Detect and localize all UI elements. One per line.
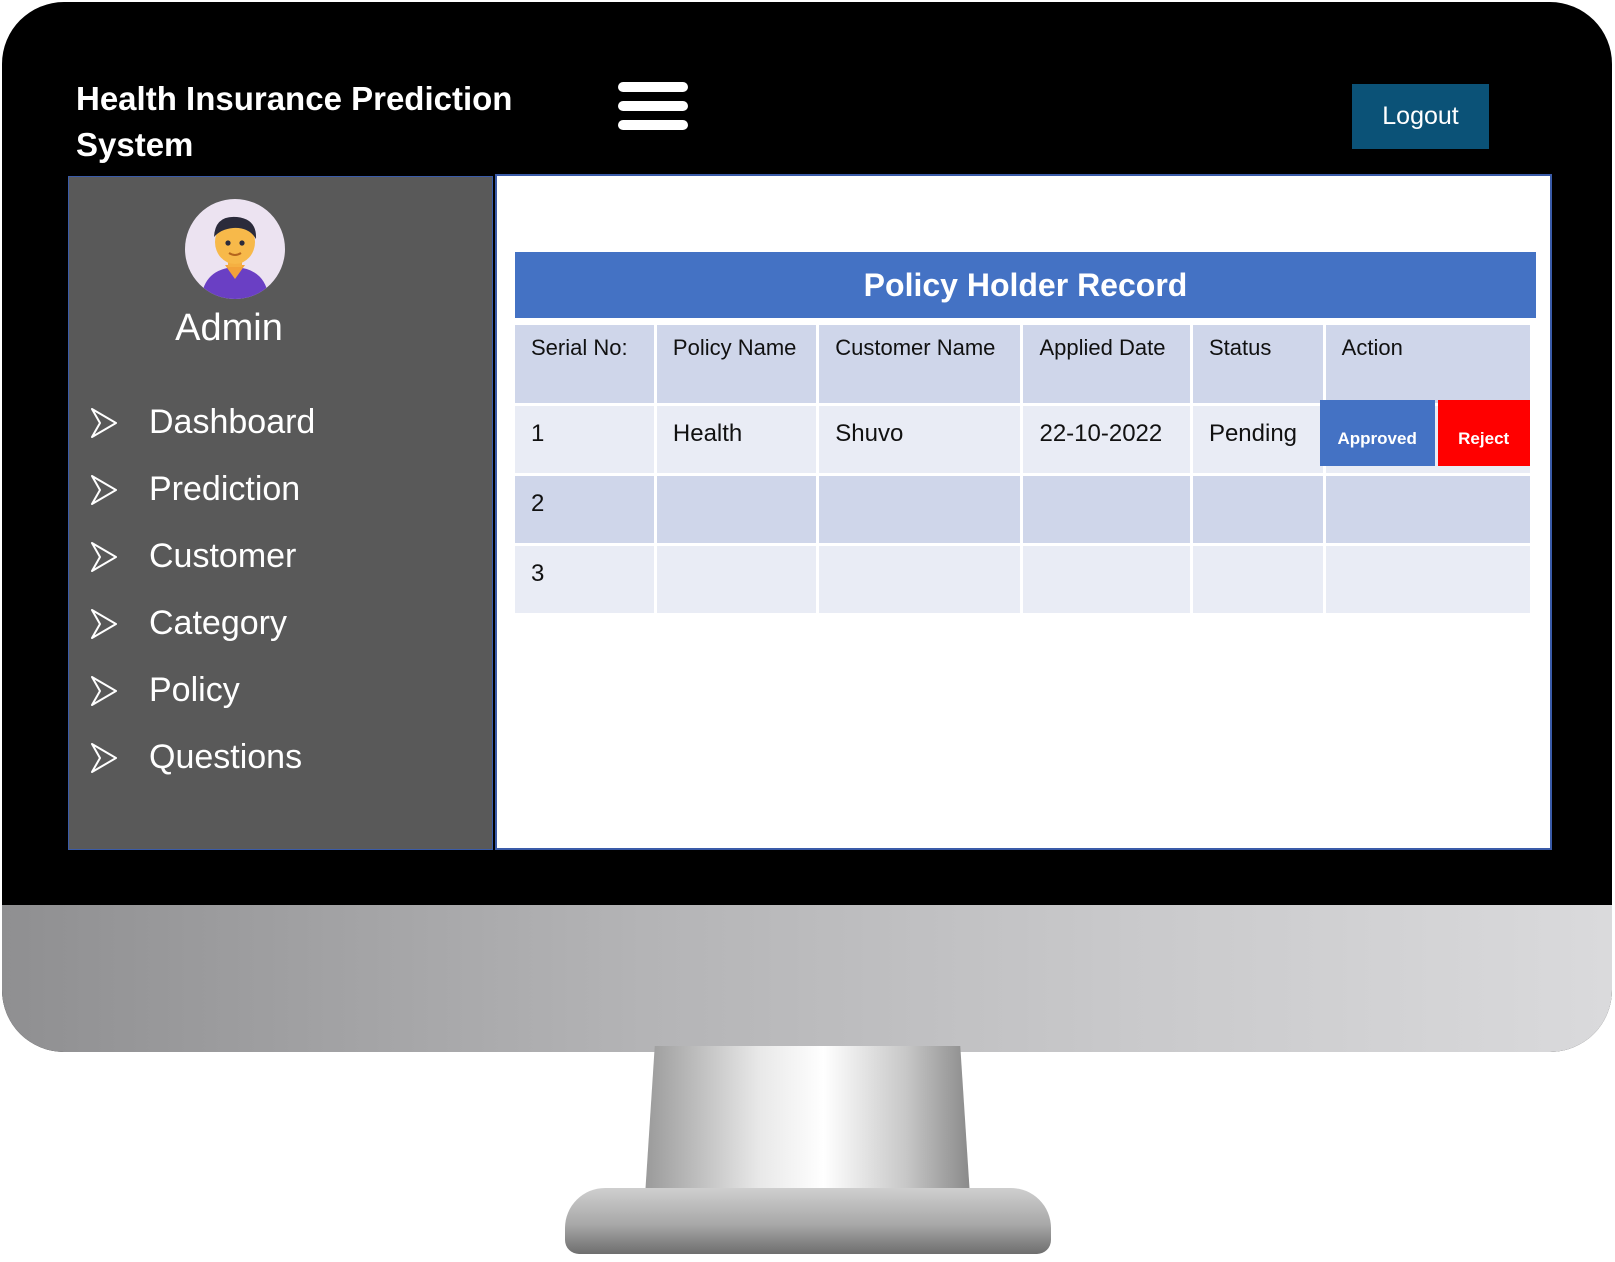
table-row: 2 <box>515 476 1530 543</box>
sidebar-item-label: Questions <box>149 738 303 776</box>
screen: Health Insurance Prediction System Logou… <box>54 64 1552 850</box>
sidebar-item-policy[interactable]: Policy <box>91 657 315 724</box>
sidebar-nav: Dashboard Prediction Customer Category P… <box>91 389 315 791</box>
cell-action <box>1325 546 1530 613</box>
avatar-icon <box>183 197 287 301</box>
arrow-right-icon <box>91 473 149 507</box>
sidebar-item-dashboard[interactable]: Dashboard <box>91 389 315 456</box>
cell-applied-date: 22-10-2022 <box>1023 406 1190 473</box>
arrow-right-icon <box>91 674 149 708</box>
table-header-row: Serial No: Policy Name Customer Name App… <box>515 325 1530 403</box>
logout-button[interactable]: Logout <box>1352 84 1489 149</box>
policy-holder-table: Serial No: Policy Name Customer Name App… <box>512 322 1533 616</box>
table-row: 1 Health Shuvo 22-10-2022 Pending Approv… <box>515 400 1530 473</box>
column-header-policy-name: Policy Name <box>656 325 817 403</box>
cell-customer-name: Shuvo <box>819 406 1021 473</box>
arrow-right-icon <box>91 406 149 440</box>
sidebar-item-prediction[interactable]: Prediction <box>91 456 315 523</box>
cell-policy-name <box>656 546 817 613</box>
cell-applied-date <box>1023 546 1190 613</box>
column-header-serial: Serial No: <box>515 325 654 403</box>
page-title: Policy Holder Record <box>515 252 1536 318</box>
app-header: Health Insurance Prediction System Logou… <box>54 64 1552 174</box>
cell-customer-name <box>819 546 1021 613</box>
sidebar-user-label: Admin <box>175 307 283 349</box>
column-header-status: Status <box>1192 325 1323 403</box>
arrow-right-icon <box>91 741 149 775</box>
cell-customer-name <box>819 476 1021 543</box>
main-content: Policy Holder Record Serial No: Policy N… <box>495 174 1552 850</box>
monitor-stand-base <box>565 1188 1051 1254</box>
cell-policy-name <box>656 476 817 543</box>
cell-status <box>1192 546 1323 613</box>
table-row: 3 <box>515 546 1530 613</box>
sidebar-item-label: Customer <box>149 537 297 575</box>
cell-applied-date <box>1023 476 1190 543</box>
monitor-stand-neck <box>645 1046 970 1196</box>
reject-button[interactable]: Reject <box>1437 400 1530 466</box>
sidebar-item-label: Dashboard <box>149 403 316 441</box>
cell-policy-name: Health <box>656 406 817 473</box>
cell-serial: 3 <box>515 546 654 613</box>
approve-button[interactable]: Approved <box>1319 400 1435 466</box>
cell-action <box>1325 476 1530 543</box>
cell-action: Approved Reject <box>1319 400 1530 473</box>
arrow-right-icon <box>91 540 149 574</box>
sidebar-item-label: Policy <box>149 671 240 709</box>
sidebar-item-questions[interactable]: Questions <box>91 724 315 791</box>
sidebar-item-label: Category <box>149 604 287 642</box>
sidebar: Admin Dashboard Prediction Customer Cate… <box>68 176 493 850</box>
cell-serial: 1 <box>515 406 654 473</box>
column-header-applied-date: Applied Date <box>1023 325 1190 403</box>
sidebar-item-customer[interactable]: Customer <box>91 523 315 590</box>
sidebar-item-label: Prediction <box>149 470 301 508</box>
cell-status <box>1192 476 1323 543</box>
cell-status: Pending <box>1192 406 1323 473</box>
app-title: Health Insurance Prediction System <box>76 80 513 163</box>
cell-serial: 2 <box>515 476 654 543</box>
arrow-right-icon <box>91 607 149 641</box>
sidebar-item-category[interactable]: Category <box>91 590 315 657</box>
monitor-chin <box>2 905 1612 1052</box>
column-header-action: Action <box>1325 325 1530 403</box>
column-header-customer-name: Customer Name <box>819 325 1021 403</box>
hamburger-menu-icon[interactable] <box>618 82 688 132</box>
